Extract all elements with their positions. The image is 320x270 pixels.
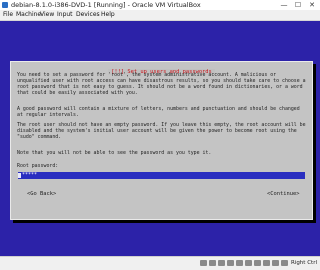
root-password-input[interactable]: ***** [18, 172, 305, 179]
paragraph-empty-password: The root user should not have an empty p… [17, 122, 306, 141]
menu-view[interactable]: View [40, 10, 54, 20]
paragraph-root-password-info: You need to set a password for 'root', t… [17, 72, 306, 97]
statusbar: Right Ctrl [0, 256, 320, 270]
close-button[interactable]: ✕ [306, 0, 318, 10]
keyboard-icon[interactable] [281, 260, 288, 266]
usb-icon[interactable] [236, 260, 243, 266]
vm-display[interactable]: [!!] Set up users and passwords You need… [0, 21, 320, 266]
field-label: Root password: [17, 163, 59, 169]
host-key-label: Right Ctrl [290, 260, 317, 266]
menu-machine[interactable]: Machine [16, 10, 41, 20]
minimize-button[interactable]: — [278, 0, 290, 10]
password-mask: ***** [22, 172, 38, 178]
optical-drive-icon[interactable] [209, 260, 216, 266]
paragraph-good-password: A good password will contain a mixture o… [17, 106, 300, 119]
mouse-integration-icon[interactable] [272, 260, 279, 266]
network-icon[interactable] [227, 260, 234, 266]
menu-file[interactable]: File [3, 10, 13, 20]
maximize-button[interactable]: ☐ [292, 0, 304, 10]
continue-button[interactable]: <Continue> [267, 190, 299, 198]
display-icon[interactable] [254, 260, 261, 266]
audio-icon[interactable] [218, 260, 225, 266]
hard-disk-icon[interactable] [200, 260, 207, 266]
window-title: debian-8.1.0-i386-DVD-1 [Running] - Orac… [11, 1, 201, 9]
installer-dialog: [!!] Set up users and passwords You need… [10, 61, 313, 220]
menu-help[interactable]: Help [101, 10, 115, 20]
video-capture-icon[interactable] [263, 260, 270, 266]
virtualbox-icon [2, 2, 8, 8]
shared-folders-icon[interactable] [245, 260, 252, 266]
paragraph-note: Note that you will not be able to see th… [17, 150, 212, 156]
menubar: File Machine View Input Devices Help [0, 10, 320, 21]
menu-input[interactable]: Input [57, 10, 73, 20]
menu-devices[interactable]: Devices [76, 10, 100, 20]
window-titlebar: debian-8.1.0-i386-DVD-1 [Running] - Orac… [0, 0, 320, 10]
text-cursor [18, 173, 21, 178]
go-back-button[interactable]: <Go Back> [27, 190, 56, 198]
